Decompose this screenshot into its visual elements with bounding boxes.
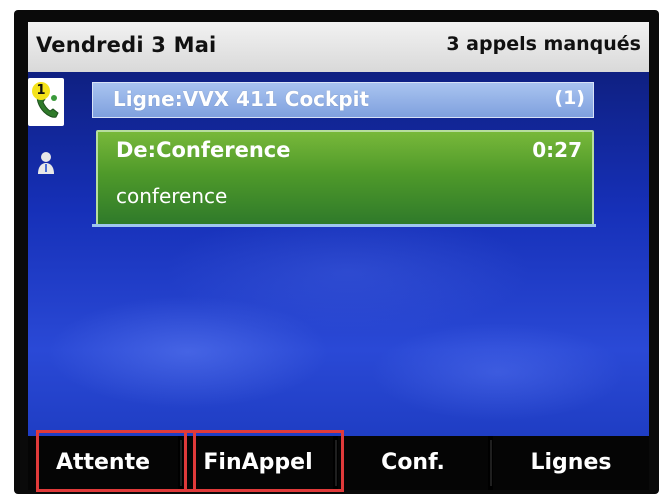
end-call-highlight-box — [184, 430, 344, 492]
contacts-tab[interactable] — [28, 142, 64, 186]
person-icon — [38, 152, 54, 174]
calls-tab[interactable]: 1 — [28, 78, 64, 126]
missed-calls-badge: 1 — [32, 82, 50, 100]
caller-name: conference — [116, 184, 228, 208]
softkey-divider — [490, 440, 492, 486]
active-call-card[interactable]: De:Conference 0:27 conference — [96, 130, 594, 226]
hold-highlight-box — [36, 430, 196, 492]
line-header[interactable]: Ligne:VVX 411 Cockpit (1) — [92, 82, 594, 118]
call-timer: 0:27 — [532, 138, 582, 162]
status-bar: Vendredi 3 Mai 3 appels manqués — [28, 22, 649, 72]
phone-screen: Vendredi 3 Mai 3 appels manqués 1 Ligne:… — [28, 22, 649, 490]
line-label: Ligne:VVX 411 Cockpit — [113, 87, 370, 111]
call-card-divider — [92, 224, 596, 227]
missed-calls-indicator[interactable]: 3 appels manqués — [446, 33, 641, 55]
caller-label: De:Conference — [116, 138, 291, 162]
lines-softkey[interactable]: Lignes — [493, 436, 649, 490]
status-date: Vendredi 3 Mai — [36, 33, 217, 57]
photo-frame: Vendredi 3 Mai 3 appels manqués 1 Ligne:… — [0, 0, 669, 498]
line-call-count: (1) — [554, 87, 585, 109]
conference-softkey[interactable]: Conf. — [338, 436, 488, 490]
side-tab-column: 1 — [28, 72, 64, 232]
